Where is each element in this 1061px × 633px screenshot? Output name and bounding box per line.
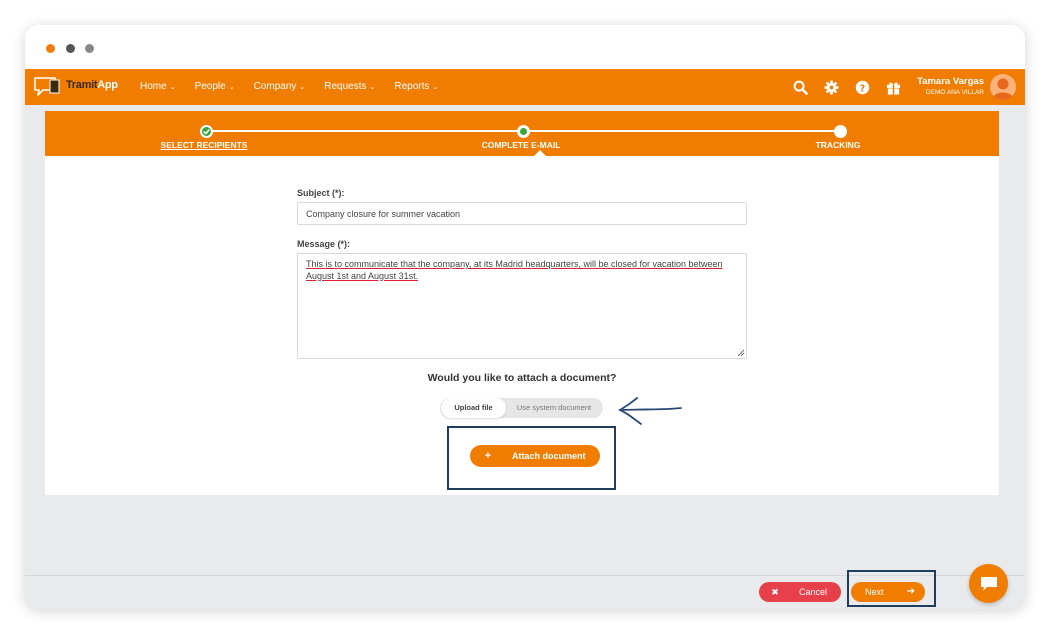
message-label: Message (*):: [297, 239, 351, 249]
cancel-label: Cancel: [799, 587, 828, 597]
close-icon: ✖: [771, 587, 779, 597]
nav-item-requests[interactable]: Requests ⌄: [324, 81, 375, 92]
chevron-down-icon: ⌄: [228, 84, 235, 91]
user-company: DEMO ANA VILLAR: [925, 89, 984, 96]
search-icon[interactable]: [791, 78, 809, 96]
nav-item-people[interactable]: People ⌄: [195, 81, 235, 92]
window-titlebar: [25, 25, 1025, 69]
step-complete-icon: [200, 125, 213, 138]
browser-window: TramitApp Home ⌄ People ⌄ Company ⌄ Request…: [25, 25, 1025, 609]
arrow-right-icon: ➔: [906, 586, 915, 597]
step-pending-icon: [834, 125, 847, 138]
chat-bubble-icon: [981, 577, 997, 591]
user-name: Tamara Vargas: [917, 76, 984, 87]
chat-launcher-button[interactable]: [969, 564, 1008, 603]
main-menu: Home ⌄ People ⌄ Company ⌄ Requests ⌄ Reports…: [140, 81, 457, 92]
window-minimize-button[interactable]: [66, 44, 75, 53]
step-tracking: TRACKING: [815, 140, 861, 150]
use-system-document-option[interactable]: Use system document: [506, 398, 602, 418]
message-textarea[interactable]: This is to communicate that the company,…: [297, 253, 747, 359]
user-avatar-icon: [992, 78, 1014, 100]
nav-item-label: People: [194, 81, 226, 92]
app-logo[interactable]: TramitApp: [33, 75, 118, 99]
next-button[interactable]: Next ➔: [851, 582, 925, 602]
logo-text: TramitApp: [66, 79, 118, 91]
window-close-button[interactable]: [46, 44, 55, 53]
plus-icon: +: [484, 450, 492, 462]
current-step-caret: [534, 150, 546, 156]
nav-item-label: Reports: [394, 81, 430, 92]
subject-field[interactable]: Company closure for summer vacation: [297, 202, 747, 225]
chevron-down-icon: ⌄: [369, 84, 376, 91]
chevron-down-icon: ⌄: [432, 84, 439, 91]
avatar[interactable]: [990, 74, 1016, 100]
wizard-stepper: SELECT RECIPIENTS COMPLETE E-MAIL TRACKI…: [45, 111, 999, 156]
next-label: Next: [865, 587, 884, 597]
top-navbar: TramitApp Home ⌄ People ⌄ Company ⌄ Request…: [25, 69, 1025, 105]
nav-item-label: Requests: [324, 81, 367, 92]
nav-item-reports[interactable]: Reports ⌄: [394, 81, 438, 92]
logo-text-part2: App: [97, 79, 118, 91]
nav-icon-group: ?: [791, 78, 915, 96]
attach-source-toggle: Upload file Use system document: [440, 398, 603, 418]
help-icon[interactable]: ?: [853, 78, 871, 96]
message-text: This is to communicate that the company,…: [306, 259, 723, 281]
user-menu[interactable]: Tamara Vargas DEMO ANA VILLAR: [914, 76, 984, 96]
attach-document-button[interactable]: + Attach document: [470, 445, 600, 467]
nav-item-company[interactable]: Company ⌄: [254, 81, 306, 92]
logo-bubble-icon: [34, 77, 60, 96]
chevron-down-icon: ⌄: [169, 84, 176, 91]
step-select-recipients[interactable]: SELECT RECIPIENTS: [161, 140, 248, 150]
attach-document-label: Attach document: [512, 451, 586, 461]
logo-text-part1: Tramit: [66, 79, 98, 91]
subject-label: Subject (*):: [297, 188, 345, 198]
gift-icon[interactable]: [884, 78, 902, 96]
attach-question: Would you like to attach a document?: [427, 372, 617, 384]
nav-item-label: Home: [140, 81, 167, 92]
svg-text:?: ?: [859, 83, 864, 94]
window-maximize-button[interactable]: [85, 44, 94, 53]
step-current-icon: [517, 125, 530, 138]
upload-file-option[interactable]: Upload file: [441, 398, 506, 418]
gear-icon[interactable]: [822, 78, 840, 96]
step-complete-email: COMPLETE E-MAIL: [481, 140, 561, 150]
nav-item-home[interactable]: Home ⌄: [140, 81, 176, 92]
nav-item-label: Company: [253, 81, 297, 92]
cancel-button[interactable]: ✖ Cancel: [759, 582, 841, 602]
annotation-arrow-icon: [618, 397, 682, 425]
resize-grip-icon[interactable]: [737, 349, 745, 357]
chevron-down-icon: ⌄: [299, 84, 306, 91]
